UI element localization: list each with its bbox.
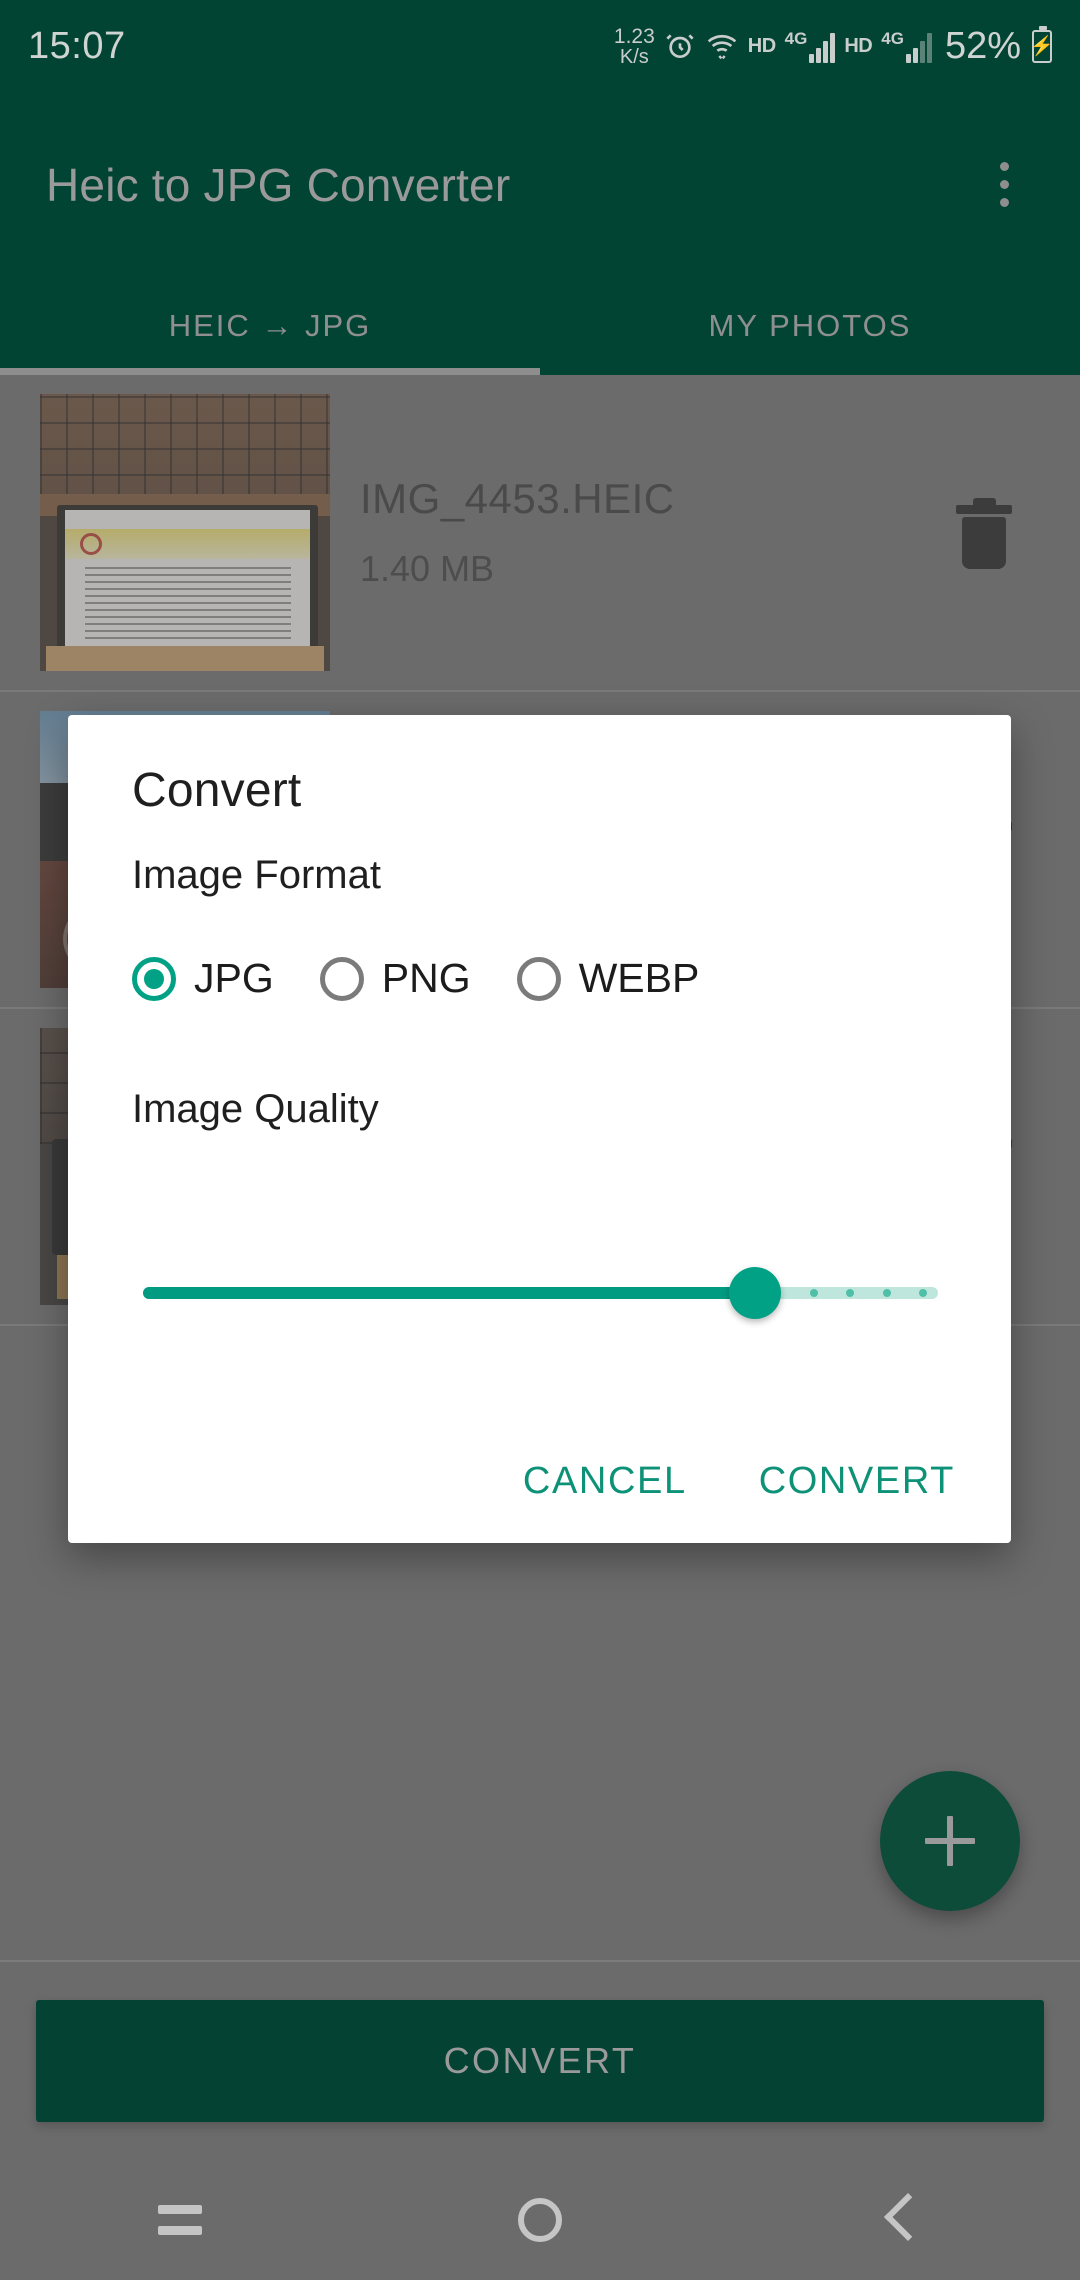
network-speed-value: 1.23 [613,24,655,48]
file-name: IMG_4453.HEIC [360,475,675,522]
wifi-icon [707,34,737,60]
recents-button[interactable] [0,2160,360,2280]
tab-label: MY PHOTOS [708,308,912,343]
battery-charging-icon: ⚡ [1030,25,1054,63]
system-nav-bar [0,2160,1080,2280]
confirm-convert-button[interactable]: CONVERT [753,1448,961,1515]
status-clock: 15:07 [28,24,126,67]
tab-my-photos[interactable]: MY PHOTOS [540,277,1080,375]
tab-indicator [0,368,540,375]
home-icon [518,2198,562,2242]
signal-icon-sim1: 4G [785,29,836,63]
plus-icon [925,1816,975,1866]
tab-label: HEIC → JPG [168,308,372,343]
image-quality-label: Image Quality [132,1087,379,1131]
recents-icon [158,2205,202,2235]
hd-label-sim1: HD [747,34,776,57]
radio-button-icon[interactable] [516,956,561,1001]
network-speed-unit: K/s [619,45,649,68]
convert-button[interactable]: CONVERT [36,2000,1044,2122]
bottom-action-bar: CONVERT [0,1960,1080,2160]
back-icon [885,2196,915,2244]
phone-screen: IMG_4453.HEIC 1.40 MB CONVERT 15:07 1.23… [0,0,1080,2280]
image-format-label: Image Format [132,853,381,897]
hd-label-sim2: HD [844,34,873,57]
radio-button-icon[interactable] [132,956,176,1001]
page-title: Heic to JPG Converter [46,158,511,211]
radio-option-jpg[interactable]: JPG [132,955,274,1002]
radio-label: PNG [381,955,471,1001]
radio-button-icon[interactable] [319,956,364,1001]
radio-label: JPG [194,955,274,1001]
slider-tick [882,1289,891,1297]
table-row[interactable]: IMG_4453.HEIC 1.40 MB [0,375,1080,692]
tab-bar: HEIC → JPG MY PHOTOS [0,277,1080,375]
home-button[interactable] [360,2160,720,2280]
file-thumbnail [40,394,330,671]
convert-dialog: Convert Image Format JPG PNG WEBP Image … [68,715,1011,1543]
slider-thumb[interactable] [729,1267,782,1319]
image-quality-slider[interactable] [143,1263,938,1323]
dialog-actions: CANCEL CONVERT [517,1448,961,1515]
network-type-sim2: 4G [881,29,904,48]
back-button[interactable] [720,2160,1080,2280]
alarm-icon [666,34,694,58]
cancel-button[interactable]: CANCEL [517,1448,693,1515]
file-meta: IMG_4453.HEIC 1.40 MB [360,475,952,590]
network-type-sim1: 4G [784,29,808,48]
slider-tick [809,1289,818,1297]
file-size: 1.40 MB [360,548,495,589]
trash-icon[interactable] [952,493,1022,573]
image-format-radio-group: JPG PNG WEBP [132,955,745,1002]
app-bar: Heic to JPG Converter [0,92,1080,277]
slider-track-active [143,1287,756,1299]
status-icons: 1.23 K/s HD 4G HD 4G 52% ⚡ [614,24,1054,68]
battery-percent: 52% [944,24,1021,67]
radio-option-png[interactable]: PNG [319,955,471,1002]
radio-option-webp[interactable]: WEBP [516,955,700,1002]
radio-label: WEBP [578,955,700,1001]
status-bar: 15:07 1.23 K/s HD 4G HD 4G 52% ⚡ [0,0,1080,92]
overflow-menu-icon[interactable] [974,140,1034,230]
network-speed-indicator: 1.23 K/s [614,26,655,67]
add-photos-fab[interactable] [880,1771,1020,1911]
dialog-title: Convert [132,764,302,817]
signal-icon-sim2: 4G [881,29,932,63]
tab-heic-to-jpg[interactable]: HEIC → JPG [0,277,540,375]
